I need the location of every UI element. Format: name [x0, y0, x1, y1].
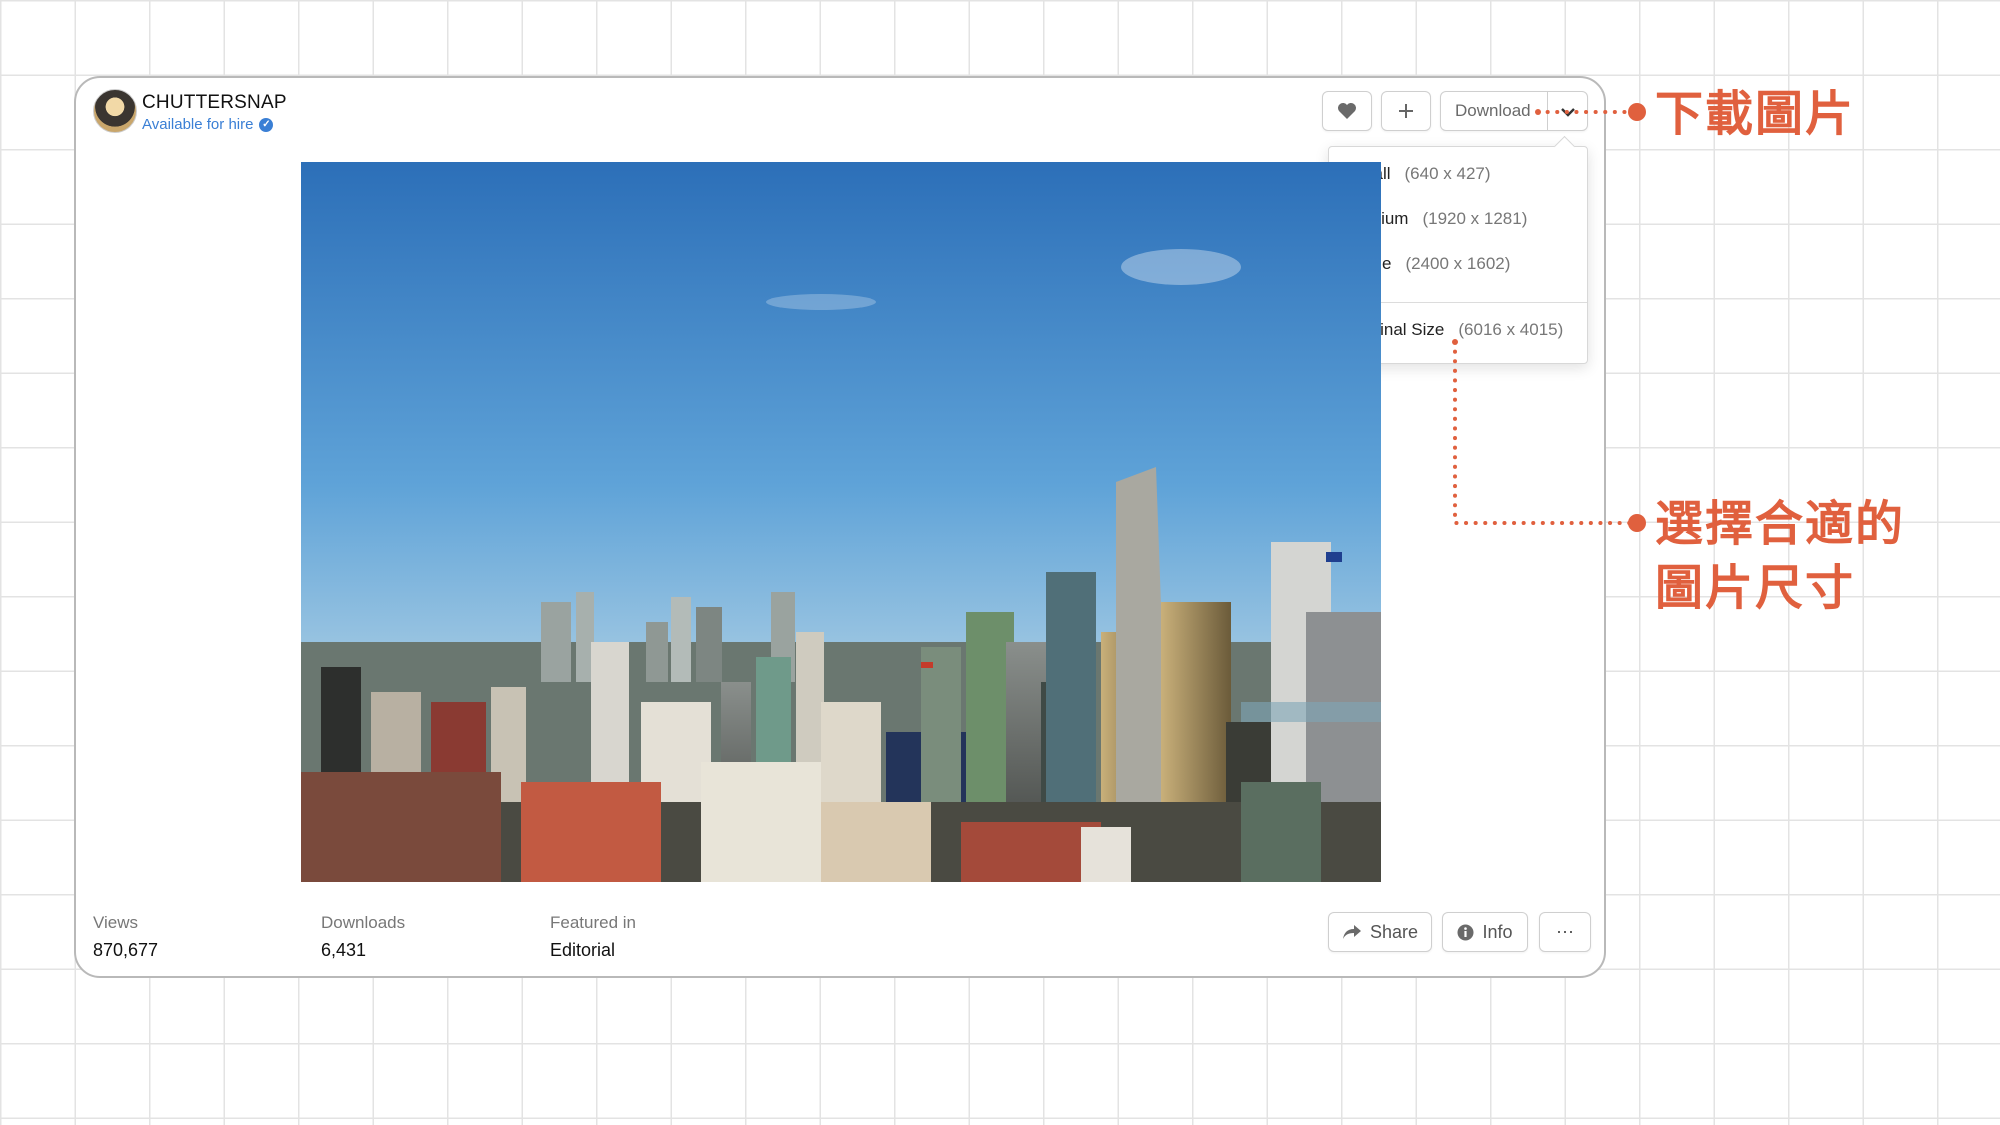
size-annotation-line1: 選擇合適的	[1655, 496, 1906, 552]
info-icon	[1457, 924, 1474, 940]
photo-card: CHUTTERSNAP Available for hire ✓ Downloa…	[74, 76, 1606, 978]
views-value: 870,677	[93, 940, 159, 960]
main-photo[interactable]	[301, 162, 1381, 882]
more-options-button[interactable]: ⋯	[1539, 912, 1591, 952]
views-label: Views	[93, 913, 139, 932]
info-button[interactable]: Info	[1442, 912, 1528, 952]
size-dimensions: (640 x 427)	[1404, 164, 1491, 183]
download-annotation: 下載圖片	[1655, 86, 1856, 142]
more-dots-icon: ⋯	[1556, 921, 1574, 942]
size-callout-dot	[1628, 514, 1646, 532]
size-dimensions: (1920 x 1281)	[1422, 209, 1528, 228]
author-name[interactable]: CHUTTERSNAP	[142, 92, 287, 114]
chevron-down-icon[interactable]	[1547, 92, 1589, 132]
downloads-label: Downloads	[321, 913, 406, 932]
author-avatar[interactable]	[93, 89, 137, 133]
download-label: Download	[1455, 101, 1531, 120]
info-label: Info	[1482, 921, 1513, 942]
size-dimensions: (2400 x 1602)	[1405, 254, 1511, 273]
share-label: Share	[1369, 921, 1419, 942]
skyline-image	[301, 162, 1381, 882]
share-arrow-icon	[1342, 925, 1361, 939]
download-callout-dot	[1628, 103, 1646, 121]
plus-icon	[1399, 104, 1413, 118]
size-dimensions: (6016 x 4015)	[1458, 320, 1564, 339]
like-button[interactable]	[1322, 91, 1372, 131]
hire-status[interactable]: Available for hire ✓	[142, 116, 274, 133]
downloads-value: 6,431	[321, 940, 367, 960]
download-button[interactable]: Download	[1440, 91, 1588, 131]
featured-value[interactable]: Editorial	[550, 940, 615, 961]
check-circle-icon: ✓	[259, 117, 274, 132]
heart-icon	[1338, 103, 1356, 119]
hire-status-label: Available for hire	[142, 116, 254, 133]
featured-label: Featured in	[550, 913, 636, 932]
size-annotation-line2: 圖片尺寸	[1655, 560, 1856, 616]
add-to-collection-button[interactable]	[1381, 91, 1431, 131]
share-button[interactable]: Share	[1328, 912, 1432, 952]
